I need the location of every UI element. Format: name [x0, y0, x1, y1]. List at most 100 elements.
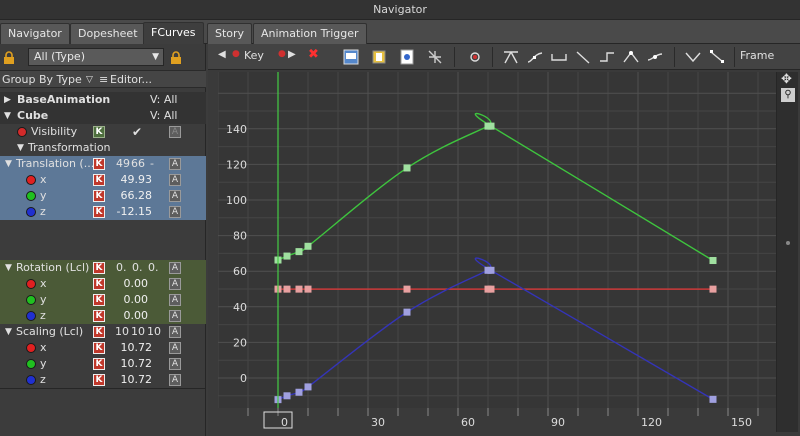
key-mode-icon[interactable] [466, 48, 484, 66]
filter-dropdown[interactable]: All (Type) ▼ [28, 48, 164, 66]
key-button[interactable]: K [93, 206, 105, 218]
anim-button[interactable]: A [169, 342, 181, 354]
value-cell[interactable]: 0. [116, 260, 127, 276]
break-tangent-icon[interactable] [622, 48, 640, 66]
value-cell[interactable]: 66 [131, 156, 145, 172]
key-button[interactable]: K [93, 342, 105, 354]
key-button[interactable]: K [93, 326, 105, 338]
tab-animation-trigger[interactable]: Animation Trigger [253, 23, 367, 44]
tree-row-scaling-x[interactable]: x K 10.72 A [0, 340, 206, 356]
value-field[interactable]: 0.00 [108, 276, 149, 292]
chevron-down-icon[interactable]: ▽ [86, 71, 93, 89]
key-button[interactable]: K [93, 174, 105, 186]
fcurve-graph[interactable]: 140120100806040200-20 0306090120150 [218, 72, 776, 432]
tree-row-scaling-z[interactable]: z K 10.72 A [0, 372, 206, 388]
scroll-handle[interactable] [786, 241, 790, 245]
vertical-scrollbar[interactable]: ✥ ⚲ [776, 72, 798, 432]
broken-tangent-icon[interactable] [684, 48, 702, 66]
value-field[interactable]: 10.72 [108, 356, 153, 372]
chevron-down-icon: ▼ [152, 52, 159, 62]
collapse-icon[interactable]: ▼ [17, 140, 24, 156]
value-field[interactable]: 66.28 [108, 188, 153, 204]
anim-button[interactable]: A [169, 374, 181, 386]
tree-row-scaling[interactable]: ▼ Scaling (Lcl) K 10 10 10 A [0, 324, 206, 340]
value-cell[interactable]: 10 [115, 324, 129, 340]
anim-button[interactable]: A [169, 174, 181, 186]
tree-row-translation-y[interactable]: y K 66.28 A [0, 188, 206, 204]
editor-button[interactable]: Editor... [110, 71, 152, 89]
value-field[interactable]: 10.72 [108, 340, 153, 356]
auto-tangent-icon[interactable] [502, 48, 520, 66]
step-tangent-icon[interactable] [598, 48, 616, 66]
value-cell[interactable]: - [150, 156, 154, 172]
pan-icon[interactable]: ✥ [781, 72, 792, 87]
frame-all-icon[interactable] [342, 48, 360, 66]
tab-navigator[interactable]: Navigator [0, 23, 70, 44]
flat-tangent-icon[interactable] [550, 48, 568, 66]
value-cell[interactable]: 10 [131, 324, 145, 340]
lock-icon[interactable] [170, 51, 182, 64]
frame-selection-icon[interactable] [370, 48, 388, 66]
key-button[interactable]: K [93, 126, 105, 138]
next-key-icon[interactable]: ▶ [288, 49, 296, 60]
tree-row-translation-x[interactable]: x K 49.93 A [0, 172, 206, 188]
lock-icon[interactable] [3, 51, 15, 64]
checkbox-checked-icon[interactable]: ✔ [132, 124, 142, 140]
tab-dopesheet[interactable]: Dopesheet [70, 23, 146, 44]
anim-button[interactable]: A [169, 126, 181, 138]
tree-row-rotation-z[interactable]: z K 0.00 A [0, 308, 206, 324]
tree-row-translation[interactable]: ▼ Translation (... K 49 66 - A [0, 156, 206, 172]
key-button[interactable]: K [93, 358, 105, 370]
anim-button[interactable]: A [169, 278, 181, 290]
expand-icon[interactable]: ▶ [4, 92, 11, 108]
anim-button[interactable]: A [169, 158, 181, 170]
prev-key-icon[interactable]: ◀ [218, 49, 226, 60]
value-field[interactable]: 0.00 [108, 308, 149, 324]
anim-button[interactable]: A [169, 294, 181, 306]
zoom-frame-icon[interactable] [398, 48, 416, 66]
anim-button[interactable]: A [169, 358, 181, 370]
anim-button[interactable]: A [169, 262, 181, 274]
tree-row-rotation-x[interactable]: x K 0.00 A [0, 276, 206, 292]
collapse-icon[interactable]: ▼ [5, 324, 12, 340]
key-button[interactable]: K [93, 310, 105, 322]
key-button[interactable]: K [93, 294, 105, 306]
anim-button[interactable]: A [169, 206, 181, 218]
tree-row-rotation[interactable]: ▼ Rotation (Lcl) K 0. 0. 0. A [0, 260, 206, 276]
anim-button[interactable]: A [169, 326, 181, 338]
anim-button[interactable]: A [169, 190, 181, 202]
value-cell[interactable]: 0. [132, 260, 143, 276]
value-cell[interactable]: 10 [147, 324, 161, 340]
key-button[interactable]: K [93, 190, 105, 202]
tree-row-transformation[interactable]: ▼ Transformation [0, 140, 206, 156]
key-button[interactable]: K [93, 262, 105, 274]
tab-story[interactable]: Story [207, 23, 253, 44]
fit-curves-icon[interactable] [426, 48, 444, 66]
collapse-icon[interactable]: ▼ [5, 260, 12, 276]
smooth-tangent-icon[interactable] [708, 48, 726, 66]
collapse-icon[interactable]: ▼ [5, 156, 12, 172]
key-button[interactable]: K [93, 278, 105, 290]
delete-key-icon[interactable]: ✖ [308, 47, 319, 62]
linear-tangent-icon[interactable] [574, 48, 592, 66]
value-field[interactable]: 10.72 [108, 372, 153, 388]
anim-button[interactable]: A [169, 310, 181, 322]
collapse-icon[interactable]: ▼ [4, 108, 11, 124]
tree-row-rotation-y[interactable]: y K 0.00 A [0, 292, 206, 308]
spline-tangent-icon[interactable] [526, 48, 544, 66]
value-cell[interactable]: 49 [116, 156, 130, 172]
tree-row-scaling-y[interactable]: y K 10.72 A [0, 356, 206, 372]
value-field[interactable]: 49.93 [108, 172, 153, 188]
tree-row-cube[interactable]: ▼ Cube V: All [0, 108, 206, 124]
value-cell[interactable]: 0. [148, 260, 159, 276]
unify-tangent-icon[interactable] [646, 48, 664, 66]
key-button[interactable]: K [93, 158, 105, 170]
zoom-icon[interactable]: ⚲ [781, 88, 795, 102]
value-field[interactable]: 0.00 [108, 292, 149, 308]
tree-row-translation-z[interactable]: z K -12.15 A [0, 204, 206, 220]
tree-row-baseanimation[interactable]: ▶ BaseAnimation V: All [0, 92, 206, 108]
value-field[interactable]: -12.15 [108, 204, 152, 220]
key-button[interactable]: K [93, 374, 105, 386]
tab-fcurves[interactable]: FCurves [143, 22, 204, 45]
tree-row-visibility[interactable]: Visibility K ✔ A [0, 124, 206, 140]
